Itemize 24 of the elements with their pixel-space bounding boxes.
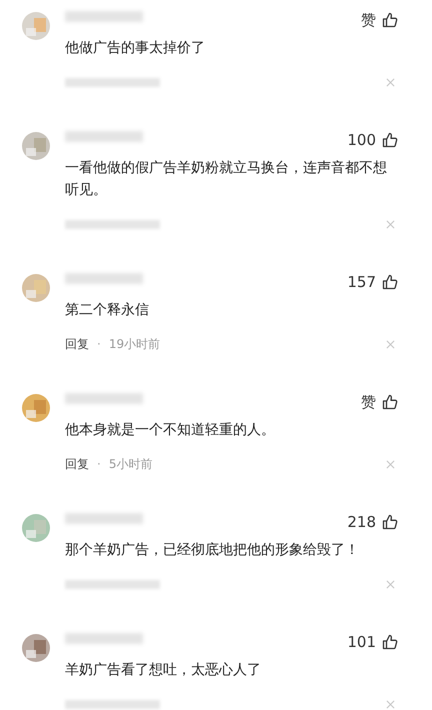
like-count: 赞 — [361, 10, 376, 30]
time-label: 5小时前 — [108, 456, 152, 472]
separator-dot: · — [97, 337, 101, 351]
thumbs-up-icon[interactable] — [382, 132, 398, 148]
thumbs-up-icon[interactable] — [382, 394, 398, 410]
like-count: 101 — [347, 633, 376, 651]
thumbs-up-icon[interactable] — [382, 634, 398, 650]
thumbs-up-icon[interactable] — [382, 274, 398, 290]
like-count: 157 — [347, 273, 376, 291]
reply-link[interactable]: 回复 — [65, 336, 89, 352]
comment-text: 他做广告的事太掉价了 — [65, 39, 206, 58]
like-count: 100 — [347, 131, 376, 149]
reply-link[interactable]: 回复 — [65, 456, 89, 472]
comment-text: 那个羊奶广告，已经彻底地把他的形象给毁了！ — [65, 541, 360, 560]
like-count: 218 — [347, 513, 376, 531]
thumbs-up-icon[interactable] — [382, 12, 398, 28]
comment-text: 第二个释永信 — [65, 301, 150, 320]
comment-text: 一看他做的假广告羊奶粉就立马换台，连声音都不想听见。 — [65, 159, 388, 200]
comment-text: 羊奶广告看了想吐，太恶心人了 — [65, 661, 262, 680]
time-label: 19小时前 — [108, 336, 160, 352]
comment-text: 他本身就是一个不知道轻重的人。 — [65, 421, 276, 440]
separator-dot: · — [97, 457, 101, 471]
thumbs-up-icon[interactable] — [382, 514, 398, 530]
like-count: 赞 — [361, 392, 376, 412]
